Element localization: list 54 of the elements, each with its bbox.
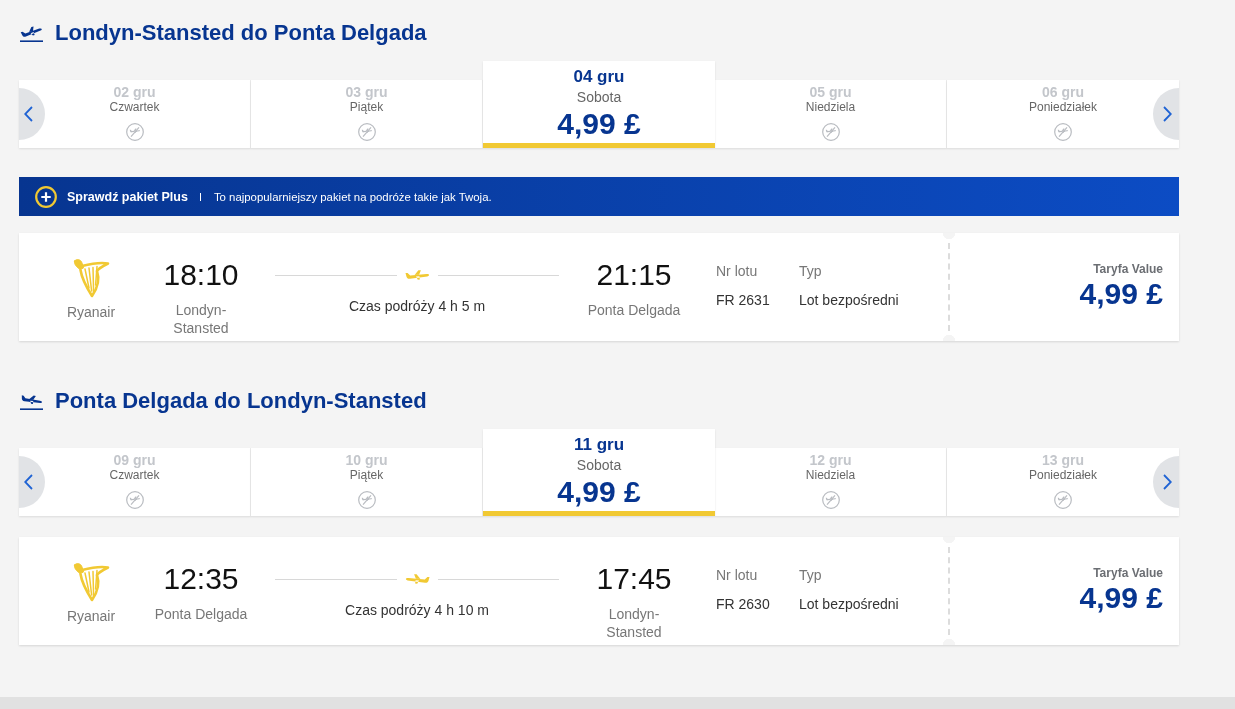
- date-tab[interactable]: 13 gru Poniedziałek: [947, 448, 1179, 516]
- departure-time: 12:35: [163, 561, 239, 597]
- no-flight-icon: [1054, 491, 1072, 509]
- date-tab[interactable]: 02 gru Czwartek: [19, 80, 251, 148]
- flight-duration: Czas podróży 4 h 5 m: [347, 297, 487, 315]
- flight-number: FR 2630: [716, 595, 770, 613]
- flight-type-label: Typ: [799, 262, 822, 280]
- date-tab[interactable]: 04 gru Sobota 4,99 £: [483, 61, 715, 148]
- flight-number: FR 2631: [716, 291, 770, 309]
- no-flight-icon: [821, 123, 840, 141]
- chevron-right-icon: [1163, 474, 1172, 490]
- fare-label: Taryfa Value: [1093, 262, 1163, 276]
- harp-logo: [72, 258, 110, 298]
- no-flight-icon: [125, 123, 144, 141]
- departure-time: 18:10: [163, 257, 239, 293]
- flight-duration: Czas podróży 4 h 10 m: [344, 601, 490, 619]
- date-tab[interactable]: 10 gru Piątek: [251, 448, 483, 516]
- no-flight-icon: [357, 123, 376, 141]
- arrival-airport: Ponta Delgada: [587, 301, 681, 319]
- arrival-time: 17:45: [596, 561, 672, 597]
- promo-banner[interactable]: Sprawdź pakiet Plus To najpopularniejszy pakiet na podróże takie jak Twoja.: [19, 177, 1179, 216]
- date-tab[interactable]: 09 gru Czwartek: [19, 448, 251, 516]
- fare-price: 4,99 £: [1079, 581, 1163, 615]
- chevron-right-icon: [1163, 106, 1172, 122]
- fare-label: Taryfa Value: [1093, 566, 1163, 580]
- date-tab[interactable]: 06 gru Poniedziałek: [947, 80, 1179, 148]
- no-flight-icon: [1054, 123, 1072, 141]
- date-tab[interactable]: 11 gru Sobota 4,99 £: [483, 429, 715, 516]
- no-flight-icon: [357, 491, 376, 509]
- flight-type: Lot bezpośredni: [799, 291, 899, 309]
- chevron-left-icon: [24, 106, 33, 122]
- date-tab[interactable]: 03 gru Piątek: [251, 80, 483, 148]
- fare-price: 4,99 £: [1079, 277, 1163, 311]
- flight-type: Lot bezpośredni: [799, 595, 899, 613]
- flight-type-label: Typ: [799, 566, 822, 584]
- promo-text: To najpopularniejszy pakiet na podróże takie jak Twoja.: [213, 190, 492, 203]
- departure-airport: Ponta Delgada: [154, 605, 248, 623]
- promo-title: Sprawdź pakiet Plus: [67, 189, 188, 204]
- arrival-airport: Londyn-Stansted: [605, 605, 663, 641]
- section-title: Ponta Delgada do Londyn-Stansted: [55, 388, 427, 414]
- date-tab[interactable]: 05 gru Niedziela: [715, 80, 947, 148]
- plus-circle-icon: [35, 185, 57, 208]
- chevron-left-icon: [24, 474, 33, 490]
- airline-name: Ryanair: [66, 303, 116, 321]
- departure-airport: Londyn-Stansted: [172, 301, 230, 337]
- airline-name: Ryanair: [66, 607, 116, 625]
- flight-number-label: Nr lotu: [716, 566, 758, 584]
- section-title: Londyn-Stansted do Ponta Delgada: [55, 20, 427, 46]
- flight-number-label: Nr lotu: [716, 262, 758, 280]
- no-flight-icon: [821, 491, 840, 509]
- no-flight-icon: [125, 491, 144, 509]
- harp-logo: [72, 562, 110, 602]
- arrival-time: 21:15: [596, 257, 672, 293]
- date-tab[interactable]: 12 gru Niedziela: [715, 448, 947, 516]
